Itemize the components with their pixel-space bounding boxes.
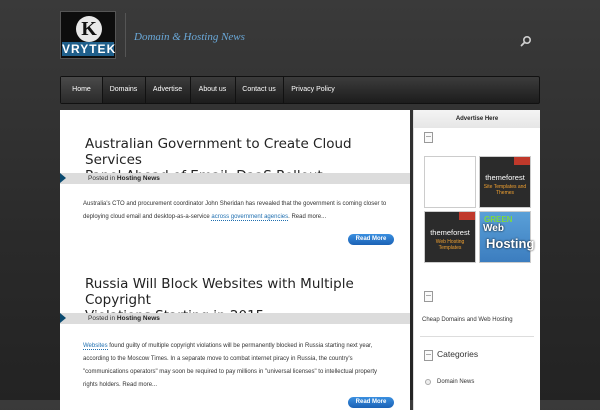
excerpt-text: deploying cloud email and desktop-as-a-s… <box>83 214 212 220</box>
excerpt-line: Australia's CTO and procurement coordina… <box>83 201 387 207</box>
post-excerpt-1: Australia's CTO and procurement coordina… <box>83 198 395 224</box>
ad-banner-green-hosting[interactable]: GREEN Web Hosting <box>479 211 535 263</box>
advertise-header: Advertise Here <box>414 110 540 128</box>
post-title-line[interactable]: Australian Government to Create Cloud Se… <box>85 136 410 168</box>
excerpt-text: found guilty of multiple copyright viola… <box>107 343 373 349</box>
excerpt-link[interactable]: Websites <box>83 343 108 350</box>
nav-home[interactable]: Home <box>61 77 103 103</box>
logo-k-icon: K <box>76 16 102 42</box>
posted-label: Posted in <box>88 315 116 322</box>
page-icon <box>424 350 433 361</box>
ad-brand: themeforest <box>485 173 525 182</box>
logo-text: VRYTEK <box>62 42 117 56</box>
post-meta-bar: Posted in Hosting News <box>60 173 410 184</box>
meta-arrow-icon <box>60 313 66 323</box>
read-more-button[interactable]: Read More <box>348 234 394 245</box>
excerpt-link[interactable]: across government agencies <box>211 214 289 221</box>
site-tagline: Domain & Hosting News <box>134 31 245 43</box>
nav-privacy-policy[interactable]: Privacy Policy <box>283 77 343 103</box>
posted-label: Posted in <box>88 175 116 182</box>
ad-brand: themeforest <box>430 228 470 237</box>
sidebar: Advertise Here themeforest Site Template… <box>413 110 540 410</box>
search-icon[interactable] <box>520 35 532 47</box>
ad-slot-empty[interactable] <box>424 156 476 208</box>
ad-banner-themeforest[interactable]: themeforest Site Templates and Themes <box>479 156 531 208</box>
excerpt-line: Websites found guilty of multiple copyri… <box>83 340 395 353</box>
post-meta: Posted in Hosting News <box>88 173 160 184</box>
ad-subtitle: Web Hosting Templates <box>435 239 465 251</box>
post-meta-bar: Posted in Hosting News <box>60 313 410 324</box>
ad-banner-themeforest[interactable]: themeforest Web Hosting Templates <box>424 211 476 263</box>
post-title-line[interactable]: Russia Will Block Websites with Multiple… <box>85 276 410 308</box>
ribbon-icon <box>459 212 475 220</box>
advertise-heading: Advertise Here <box>455 116 499 122</box>
read-more-button[interactable]: Read More <box>348 397 394 408</box>
ribbon-icon <box>514 157 530 165</box>
page-icon <box>424 132 433 143</box>
site-logo[interactable]: K VRYTEK <box>60 11 116 59</box>
ad-line: Hosting <box>486 236 535 251</box>
excerpt-line: deploying cloud email and desktop-as-a-s… <box>83 211 395 224</box>
excerpt-text: . Read more... <box>288 214 327 220</box>
ad-line: Web <box>483 223 504 234</box>
main-nav: Home Domains Advertise About us Contact … <box>60 76 540 104</box>
sidebar-divider <box>420 336 534 337</box>
nav-domains[interactable]: Domains <box>102 77 146 103</box>
excerpt-line: rights holders. Read more... <box>83 382 158 388</box>
bullet-icon <box>425 379 431 385</box>
post-category-link[interactable]: Hosting News <box>117 315 160 322</box>
post-excerpt-2: Websites found guilty of multiple copyri… <box>83 340 395 392</box>
post-meta: Posted in Hosting News <box>88 313 160 324</box>
category-link-domain-news[interactable]: Domain News <box>437 379 474 385</box>
page-icon <box>424 291 433 302</box>
nav-about-us[interactable]: About us <box>190 77 236 103</box>
meta-arrow-icon <box>60 173 66 183</box>
main-content: Australian Government to Create Cloud Se… <box>60 110 410 410</box>
ad-subtitle: Site Templates and Themes <box>483 184 527 196</box>
nav-advertise[interactable]: Advertise <box>145 77 191 103</box>
excerpt-line: according to the Moscow Times. In a sepa… <box>83 356 353 362</box>
excerpt-line: "communications operators" may soon be r… <box>83 369 377 375</box>
header-divider <box>125 13 126 57</box>
nav-contact-us[interactable]: Contact us <box>235 77 284 103</box>
categories-heading: Categories <box>437 349 479 359</box>
post-category-link[interactable]: Hosting News <box>117 175 160 182</box>
sidebar-link-cheap-domains[interactable]: Cheap Domains and Web Hosting <box>422 317 513 323</box>
